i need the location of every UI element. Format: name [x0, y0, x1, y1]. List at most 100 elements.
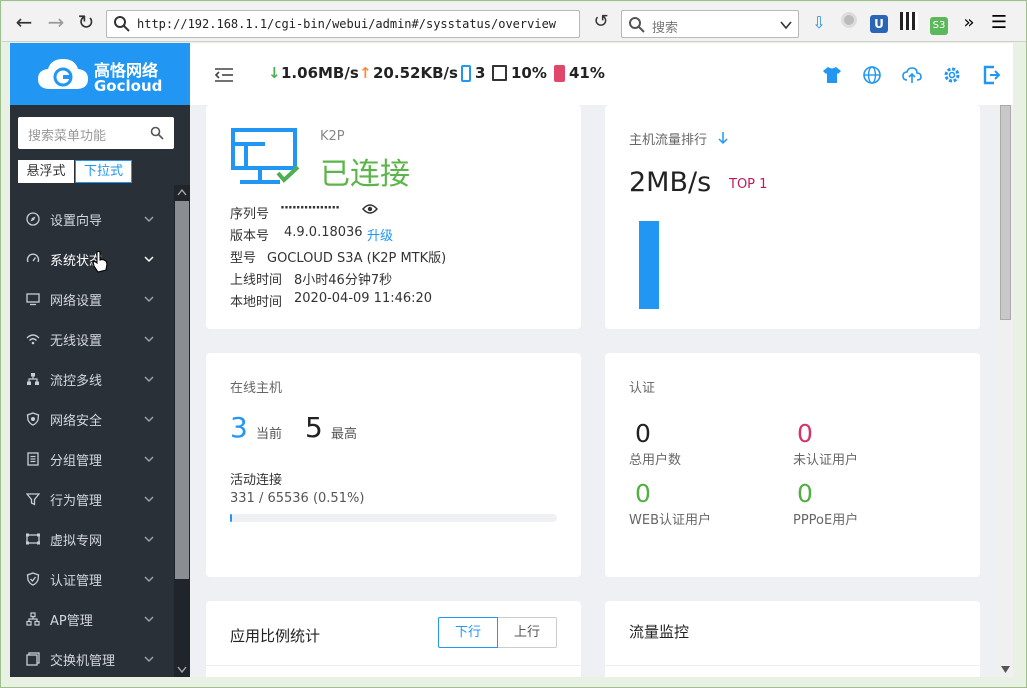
- chevron-down-icon: [144, 536, 154, 543]
- auth-title: 认证: [629, 381, 656, 396]
- traffic-rank-bar-area: [639, 221, 659, 309]
- sidebar-item-1[interactable]: 设置向导: [10, 199, 174, 239]
- back-arrow-icon[interactable]: ←: [12, 10, 36, 34]
- logout-icon[interactable]: [982, 65, 1002, 85]
- sidebar-item-12[interactable]: 交换机管理: [10, 639, 174, 677]
- sidebar-item-3[interactable]: 网络设置: [10, 279, 174, 319]
- auth-web-count: 0: [635, 479, 651, 508]
- version-value: 4.9.0.18036: [284, 225, 363, 240]
- scroll-down-icon[interactable]: [177, 666, 187, 674]
- cpu-icon: [492, 65, 507, 81]
- extension-u-icon[interactable]: U: [868, 12, 890, 34]
- auth-pppoe-count: 0: [797, 479, 813, 508]
- scroll-down-icon[interactable]: [1001, 666, 1010, 673]
- search-icon: [150, 126, 164, 140]
- sidebar-item-6[interactable]: 网络安全: [10, 399, 174, 439]
- download-rate: 1.06MB/s: [281, 64, 359, 82]
- extension-s3-icon[interactable]: S3: [928, 12, 950, 35]
- sidebar-item-11[interactable]: AP管理: [10, 599, 174, 639]
- chevron-down-icon: [144, 216, 154, 223]
- mode-dropdown-button[interactable]: 下拉式: [75, 160, 132, 183]
- uptime-label: 上线时间: [230, 273, 283, 288]
- extension-circle-icon[interactable]: [838, 12, 860, 34]
- brand-logo[interactable]: 高恪网络 Gocloud: [10, 43, 190, 105]
- top-host-rank: TOP 1: [729, 177, 768, 192]
- sidebar-item-10[interactable]: 认证管理: [10, 559, 174, 599]
- device-count: 3: [475, 64, 486, 82]
- globe-icon[interactable]: [862, 65, 882, 85]
- search-icon: [629, 17, 645, 33]
- sidebar-item-5[interactable]: 流控多线: [10, 359, 174, 399]
- sidebar-item-label: 交换机管理: [50, 654, 116, 669]
- shield-check-icon: [26, 572, 40, 586]
- serial-value: ···············: [280, 201, 340, 216]
- chevron-down-icon: [144, 416, 154, 423]
- chevron-down-icon: [144, 456, 154, 463]
- traffic-rank-title: 主机流量排行: [629, 133, 708, 148]
- online-max-count: 5: [305, 411, 323, 444]
- overflow-chevrons-icon[interactable]: »: [958, 12, 980, 34]
- gear-icon[interactable]: [942, 65, 962, 85]
- tshirt-icon[interactable]: [822, 65, 842, 85]
- forward-arrow-icon[interactable]: →: [44, 10, 68, 34]
- sort-down-icon[interactable]: [717, 131, 729, 145]
- sidebar-item-7[interactable]: 分组管理: [10, 439, 174, 479]
- upload-arrow-icon: ↑: [359, 64, 372, 82]
- connections-progress-track: [230, 514, 557, 522]
- tab-upstream[interactable]: 上行: [498, 617, 557, 648]
- monitor-icon: [26, 293, 40, 306]
- sidebar-item-4[interactable]: 无线设置: [10, 319, 174, 359]
- traffic-rank-card: 主机流量排行 2MB/s TOP 1: [605, 105, 980, 329]
- serial-label: 序列号: [230, 207, 270, 222]
- chevron-down-icon[interactable]: [780, 20, 792, 30]
- menu-icon[interactable]: ☰: [988, 12, 1010, 34]
- sidebar-scroll-thumb[interactable]: [175, 201, 189, 579]
- auth-pppoe-label: PPPoE用户: [793, 513, 859, 528]
- reload-icon[interactable]: ↻: [74, 10, 98, 34]
- traffic-monitor-title: 流量监控: [629, 623, 690, 641]
- router-connected-icon: [231, 128, 300, 184]
- online-current-count: 3: [230, 411, 248, 444]
- eye-icon[interactable]: [362, 203, 378, 215]
- chevron-down-icon: [144, 376, 154, 383]
- main-scroll-thumb[interactable]: [1000, 105, 1011, 320]
- divider: [206, 665, 581, 666]
- collapse-menu-icon[interactable]: [214, 67, 234, 83]
- tab-downstream[interactable]: 下行: [438, 617, 498, 648]
- chevron-down-icon: [144, 616, 154, 623]
- sidebar-item-label: 行为管理: [50, 494, 103, 509]
- list-icon: [27, 452, 39, 466]
- divider: [605, 665, 980, 666]
- brand-name-en: Gocloud: [94, 77, 163, 95]
- sidebar-item-label: 设置向导: [50, 214, 103, 229]
- menu-search-placeholder: 搜索菜单功能: [28, 129, 107, 144]
- main-scrollbar[interactable]: [998, 105, 1013, 677]
- upgrade-link[interactable]: 升级: [367, 225, 393, 244]
- sidebar: 搜索菜单功能 悬浮式 下拉式 设置向导 系统状态 网络设置 无线设置 流控多线 网络安全分…: [10, 105, 190, 677]
- traffic-monitor-card: 流量监控: [605, 601, 980, 677]
- scroll-up-icon[interactable]: [177, 188, 187, 196]
- download-arrow-icon: ↓: [268, 64, 281, 82]
- version-label: 版本号: [230, 229, 270, 244]
- chevron-down-icon: [144, 496, 154, 503]
- online-max-label: 最高: [331, 427, 358, 442]
- sidebar-item-8[interactable]: 行为管理: [10, 479, 174, 519]
- mode-float-button[interactable]: 悬浮式: [18, 160, 74, 183]
- download-icon[interactable]: ⇩: [808, 12, 830, 34]
- network-tree-icon: [27, 373, 39, 385]
- app-stats-title: 应用比例统计: [230, 627, 321, 645]
- auth-card: 认证 0 总用户数 0 未认证用户 0 WEB认证用户 0 PPPoE用户: [605, 353, 980, 577]
- menu-search-input[interactable]: 搜索菜单功能: [18, 117, 174, 149]
- memory-usage: 41%: [569, 64, 605, 82]
- qr-code-icon[interactable]: [898, 12, 920, 34]
- browser-search-box[interactable]: 搜索: [621, 10, 799, 38]
- sidebar-item-9[interactable]: 虚拟专网: [10, 519, 174, 559]
- address-bar[interactable]: http://192.168.1.1/cgi-bin/webui/admin#/…: [106, 10, 580, 38]
- cloud-upload-icon[interactable]: [902, 65, 922, 85]
- traffic-rank-bar[interactable]: [639, 221, 659, 309]
- device-status-card: K2P 已连接 序列号 ··············· 版本号 4.9.0.18…: [206, 105, 581, 329]
- sidebar-item-label: 分组管理: [50, 454, 103, 469]
- sidebar-item-label: 虚拟专网: [50, 534, 103, 549]
- online-hosts-card: 在线主机 3 当前 5 最高 活动连接 331 / 65536 (0.51%): [206, 353, 581, 577]
- undo-icon[interactable]: ↺: [589, 10, 613, 34]
